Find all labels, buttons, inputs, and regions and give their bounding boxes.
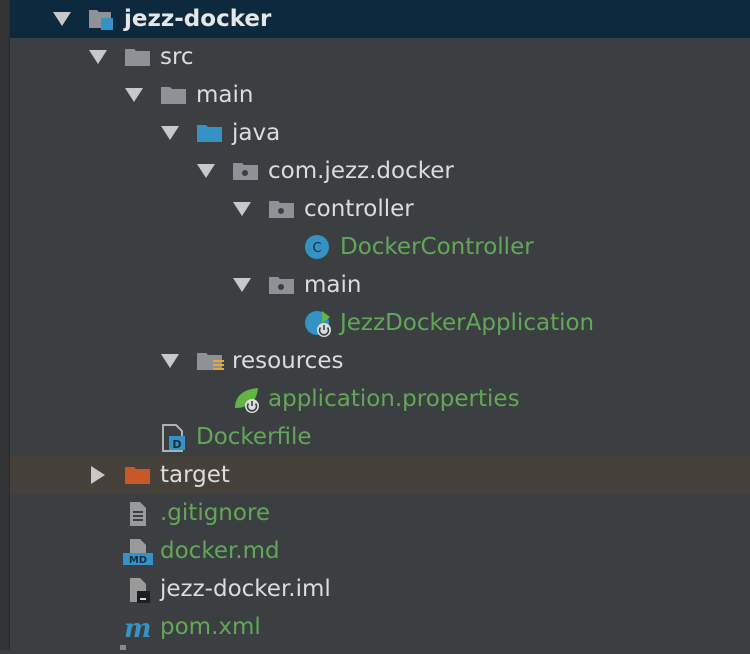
tree-item-label: JezzDockerApplication (340, 310, 595, 336)
package-icon (232, 158, 260, 184)
expand-arrow-icon[interactable] (233, 202, 251, 216)
resources-folder-icon (196, 348, 224, 374)
spring-properties-icon (232, 386, 260, 413)
tree-item-label: java (232, 120, 281, 146)
tree-row-main[interactable]: main (10, 76, 750, 114)
expand-arrow-icon[interactable] (197, 164, 215, 178)
text-file-icon (124, 500, 152, 526)
tree-item-label: controller (304, 196, 414, 222)
package-icon (268, 272, 296, 298)
tree-row-dockerfile[interactable]: D Dockerfile (10, 418, 750, 456)
tree-row-main-package[interactable]: main (10, 266, 750, 304)
tree-row-src[interactable]: src (10, 38, 750, 76)
tree-row-iml[interactable]: jezz-docker.iml (10, 570, 750, 608)
maven-icon: m (122, 614, 152, 644)
tree-row-root[interactable]: jezz-docker (10, 0, 750, 38)
expand-arrow-icon[interactable] (125, 88, 143, 102)
tree-item-label: application.properties (268, 386, 520, 412)
tool-window-gutter (0, 0, 10, 650)
tree-item-label: com.jezz.docker (268, 158, 454, 184)
module-folder-icon (88, 6, 116, 32)
expand-arrow-icon[interactable] (53, 12, 71, 26)
svg-text:D: D (172, 438, 181, 451)
source-root-folder-icon (196, 120, 224, 146)
tree-row-pom[interactable]: m pom.xml (10, 608, 750, 646)
tree-item-label: .gitignore (160, 500, 271, 526)
spring-boot-class-icon (304, 310, 332, 337)
tree-item-label: jezz-docker.iml (160, 576, 331, 602)
expand-arrow-icon[interactable] (89, 50, 107, 64)
tree-item-label: main (196, 82, 254, 108)
tree-row-docker-controller[interactable]: C DockerController (10, 228, 750, 266)
tree-item-label: docker.md (160, 538, 280, 564)
svg-text:MD: MD (129, 555, 147, 566)
tree-item-label: Dockerfile (196, 424, 312, 450)
tree-item-label: src (160, 44, 194, 70)
tree-item-label: resources (232, 348, 344, 374)
tree-row-docker-md[interactable]: MD docker.md (10, 532, 750, 570)
java-class-icon: C (304, 234, 332, 260)
tree-item-label: pom.xml (160, 614, 261, 640)
expand-arrow-icon[interactable] (161, 354, 179, 368)
tree-item-label: DockerController (340, 234, 534, 260)
tree-row-controller[interactable]: controller (10, 190, 750, 228)
tree-row-package[interactable]: com.jezz.docker (10, 152, 750, 190)
iml-file-icon (124, 576, 152, 603)
project-name: jezz-docker (124, 6, 272, 32)
partial-file-icon (120, 645, 126, 650)
excluded-folder-icon (124, 462, 152, 488)
tree-row-resources[interactable]: resources (10, 342, 750, 380)
markdown-file-icon: MD (122, 538, 153, 566)
tree-row-java[interactable]: java (10, 114, 750, 152)
tree-item-label: target (160, 462, 230, 488)
package-icon (268, 196, 296, 222)
project-tree: jezz-docker src main java com.jezz.docke… (10, 0, 750, 646)
folder-icon (160, 82, 188, 108)
svg-text:C: C (312, 241, 321, 256)
tree-item-label: main (304, 272, 362, 298)
dockerfile-icon: D (160, 424, 188, 452)
expand-arrow-icon[interactable] (161, 126, 179, 140)
collapse-arrow-icon[interactable] (91, 466, 105, 484)
tree-row-gitignore[interactable]: .gitignore (10, 494, 750, 532)
tree-row-application-class[interactable]: JezzDockerApplication (10, 304, 750, 342)
tree-row-application-properties[interactable]: application.properties (10, 380, 750, 418)
svg-text:m: m (124, 614, 152, 642)
tree-row-target[interactable]: target (10, 456, 750, 494)
folder-icon (124, 44, 152, 70)
expand-arrow-icon[interactable] (233, 278, 251, 292)
